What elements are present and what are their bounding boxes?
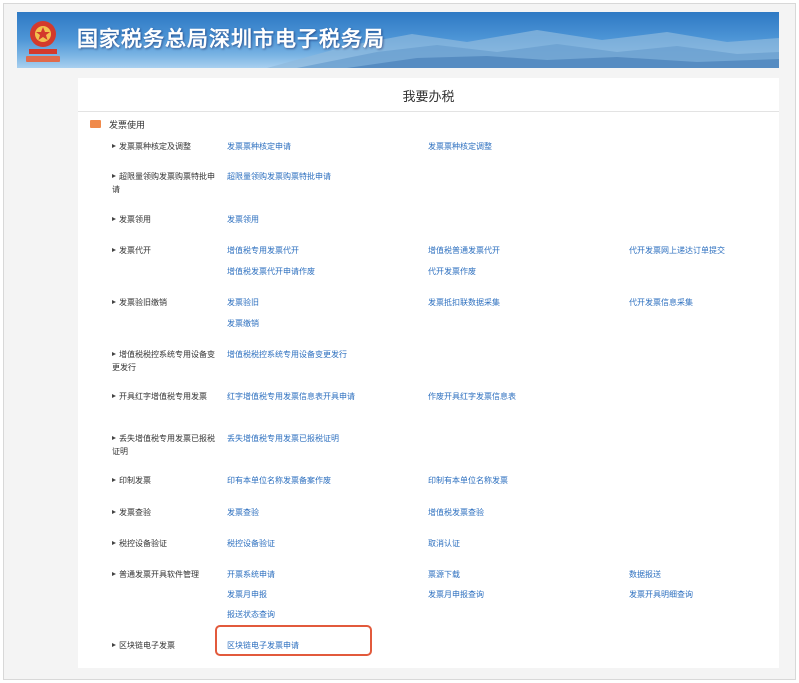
bullet-arrow-icon (112, 174, 116, 178)
link[interactable]: 增值税发票代开申请作废 (227, 266, 315, 278)
link[interactable]: 发票抵扣联数据采集 (428, 297, 500, 309)
bullet-arrow-icon (112, 217, 116, 221)
link[interactable]: 数据报送 (629, 569, 661, 581)
row-label: 发票领用 (112, 213, 220, 226)
content-panel: 我要办税 发票使用 发票票种核定及调整 发票票种核定申请 发票票种核定调整 超限… (78, 78, 779, 668)
bullet-arrow-icon (112, 248, 116, 252)
row-label: 发票查验 (112, 506, 220, 519)
bullet-arrow-icon (112, 300, 116, 304)
link[interactable]: 发票缴销 (227, 318, 259, 330)
link[interactable]: 印有本单位名称发票备案作废 (227, 475, 331, 487)
banner-title: 国家税务总局深圳市电子税务局 (77, 27, 385, 51)
row-label: 发票票种核定及调整 (112, 140, 220, 153)
link[interactable]: 发票月申报查询 (428, 589, 484, 601)
link[interactable]: 发票开具明细查询 (629, 589, 693, 601)
bullet-arrow-icon (112, 352, 116, 356)
link[interactable]: 代开发票网上递达订单提交 (629, 245, 725, 257)
link[interactable]: 增值税税控系统专用设备变更发行 (227, 349, 347, 361)
section-title: 发票使用 (109, 121, 146, 131)
row-label: 税控设备验证 (112, 537, 220, 550)
row-label: 普通发票开具软件管理 (112, 568, 220, 581)
link[interactable]: 代开发票信息采集 (629, 297, 693, 309)
link[interactable]: 发票验旧 (227, 297, 259, 309)
bullet-arrow-icon (112, 643, 116, 647)
link[interactable]: 印制有本单位名称发票 (428, 475, 508, 487)
row-label: 丢失增值税专用发票已报税证明 (112, 434, 215, 456)
row-label: 超限量领购发票购票特批申请 (112, 172, 215, 194)
bullet-arrow-icon (112, 478, 116, 482)
divider (78, 111, 779, 112)
link[interactable]: 发票票种核定调整 (428, 141, 492, 153)
bullet-arrow-icon (112, 572, 116, 576)
row-label: 增值税税控系统专用设备变更发行 (112, 350, 215, 372)
link[interactable]: 取消认证 (428, 538, 460, 550)
row-label: 开具红字增值税专用发票 (112, 390, 220, 403)
link[interactable]: 税控设备验证 (227, 538, 275, 550)
row-label: 印制发票 (112, 474, 220, 487)
bullet-arrow-icon (112, 394, 116, 398)
site-banner: 国家税务总局深圳市电子税务局 (17, 12, 779, 68)
bullet-arrow-icon (112, 541, 116, 545)
highlight-box (215, 625, 372, 656)
link[interactable]: 丢失增值税专用发票已报税证明 (227, 433, 339, 445)
link[interactable]: 报送状态查询 (227, 609, 275, 621)
link[interactable]: 代开发票作废 (428, 266, 476, 278)
link[interactable]: 发票月申报 (227, 589, 267, 601)
row-label: 区块链电子发票 (112, 639, 220, 652)
link[interactable]: 作废开具红字发票信息表 (428, 391, 516, 403)
bullet-arrow-icon (112, 436, 116, 440)
section-folder-icon (90, 120, 101, 128)
row-label: 发票验旧缴销 (112, 296, 220, 309)
tax-emblem-icon (26, 21, 60, 62)
link[interactable]: 发票领用 (227, 214, 259, 226)
link[interactable]: 开票系统申请 (227, 569, 275, 581)
link[interactable]: 增值税发票查验 (428, 507, 484, 519)
link[interactable]: 红字增值税专用发票信息表开具申请 (227, 391, 355, 403)
page-title: 我要办税 (402, 90, 455, 105)
link[interactable]: 超限量领购发票购票特批申请 (227, 171, 331, 183)
link[interactable]: 增值税专用发票代开 (227, 245, 299, 257)
bullet-arrow-icon (112, 510, 116, 514)
link[interactable]: 发票票种核定申请 (227, 141, 291, 153)
bullet-arrow-icon (112, 144, 116, 148)
link[interactable]: 发票查验 (227, 507, 259, 519)
link[interactable]: 票源下载 (428, 569, 460, 581)
row-label: 发票代开 (112, 244, 220, 257)
link[interactable]: 增值税普通发票代开 (428, 245, 500, 257)
